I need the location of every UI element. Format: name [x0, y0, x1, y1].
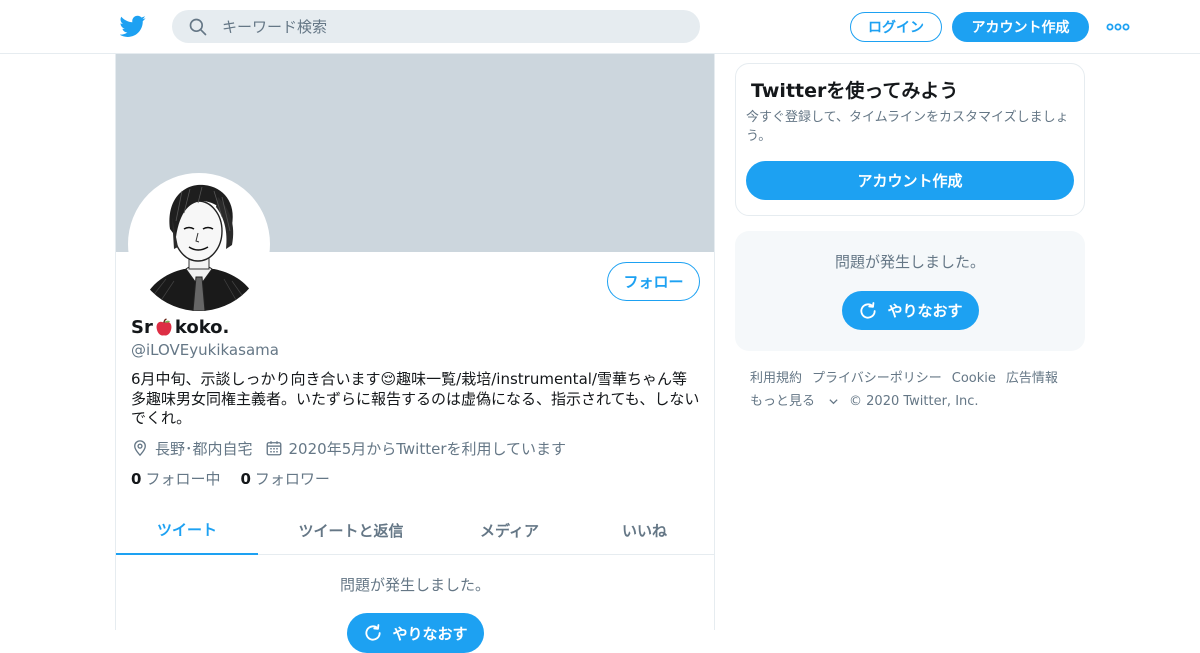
sidebar-footer: 利用規約 プライバシーポリシー Cookie 広告情報 もっと見る © 2020…	[750, 367, 1080, 413]
search-box[interactable]	[172, 10, 700, 43]
signup-card: Twitterを使ってみよう 今すぐ登録して、タイムラインをカスタマイズしましょ…	[735, 63, 1085, 216]
login-button[interactable]: ログイン	[850, 12, 942, 42]
display-name-suffix: koko.	[174, 317, 230, 338]
sidebar-retry-button[interactable]: やりなおす	[842, 291, 979, 330]
followers-count: 0	[240, 470, 251, 488]
footer-link-privacy[interactable]: プライバシーポリシー	[812, 367, 942, 390]
signup-card-title: Twitterを使ってみよう	[751, 80, 959, 102]
timeline-retry-button[interactable]: やりなおす	[347, 613, 484, 653]
display-name: Sr koko.	[131, 317, 229, 338]
footer-copyright: © 2020 Twitter, Inc.	[849, 394, 979, 409]
display-name-prefix: Sr	[131, 317, 153, 338]
search-icon	[189, 18, 207, 36]
profile-meta: 長野･都内自宅 2020年5月からTwitterを利用しています	[131, 437, 578, 459]
refresh-icon	[860, 301, 877, 319]
footer-link-cookie[interactable]: Cookie	[952, 367, 996, 390]
signup-card-button[interactable]: アカウント作成	[746, 161, 1074, 200]
refresh-icon	[365, 624, 382, 641]
joined-item: 2020年5月からTwitterを利用しています	[265, 438, 567, 459]
sidebar-error-message: 問題が発生しました。	[834, 253, 985, 271]
timeline-error-message: 問題が発生しました。	[339, 576, 490, 594]
avatar[interactable]	[128, 173, 270, 315]
calendar-icon	[266, 441, 281, 456]
tab-tweets[interactable]: ツイート	[116, 505, 258, 555]
profile-bio: 6月中旬、示談しっかり向き合います😌趣味一覧/栽培/instrumental/雪…	[131, 370, 700, 427]
footer-link-terms[interactable]: 利用規約	[750, 367, 802, 390]
twitter-bird-icon[interactable]	[120, 13, 146, 39]
location-text: 長野･都内自宅	[155, 439, 253, 458]
tab-media[interactable]: メディア	[444, 505, 575, 555]
signup-card-description: 今すぐ登録して、タイムラインをカスタマイズしましょう。	[746, 110, 1069, 144]
tab-tweets-and-replies[interactable]: ツイートと返信	[258, 505, 444, 555]
profile-column: フォロー Sr koko. @iLOVEyukikasama 6月中旬、示談しっ…	[115, 54, 715, 653]
joined-text: 2020年5月からTwitterを利用しています	[288, 439, 567, 458]
signup-button-header[interactable]: アカウント作成	[952, 12, 1089, 42]
avatar-illustration	[132, 177, 266, 311]
followers-label: フォロワー	[254, 470, 330, 488]
footer-more-button[interactable]: もっと見る	[750, 390, 839, 413]
followers-count-link[interactable]: 0 フォロワー	[240, 468, 329, 489]
sidebar-error-card: 問題が発生しました。 やりなおす	[735, 231, 1085, 351]
timeline-retry-label: やりなおす	[392, 624, 468, 643]
apple-emoji-icon	[154, 317, 174, 338]
top-navigation-bar: ログイン アカウント作成	[0, 0, 1200, 54]
follow-counts: 0 フォロー中 0 フォロワー	[131, 468, 350, 489]
tab-likes[interactable]: いいね	[575, 505, 714, 555]
username: @iLOVEyukikasama	[131, 341, 279, 359]
chevron-down-icon	[829, 399, 838, 405]
profile-tabs: ツイート ツイートと返信 メディア いいね	[116, 505, 714, 555]
location-pin-icon	[134, 440, 146, 457]
following-count: 0	[131, 470, 142, 488]
search-input[interactable]	[222, 10, 682, 43]
following-label: フォロー中	[145, 470, 221, 488]
location-item: 長野･都内自宅	[131, 438, 253, 459]
sidebar-retry-label: やりなおす	[887, 302, 963, 320]
more-dots-icon[interactable]	[1106, 20, 1130, 34]
footer-more-label: もっと見る	[750, 394, 816, 409]
follow-button[interactable]: フォロー	[607, 262, 700, 301]
following-count-link[interactable]: 0 フォロー中	[131, 468, 220, 489]
footer-link-ads[interactable]: 広告情報	[1006, 367, 1058, 390]
